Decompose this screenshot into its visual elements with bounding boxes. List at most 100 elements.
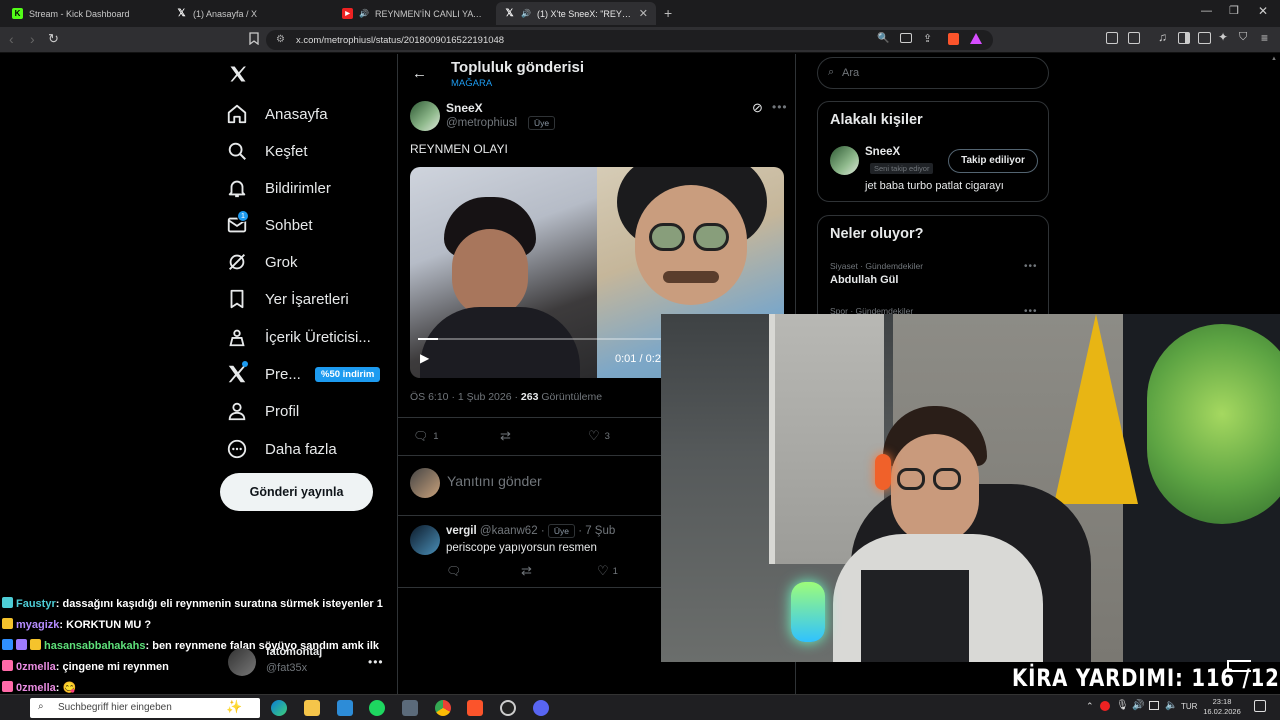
nav-explore[interactable]: Keşfet	[226, 135, 308, 167]
more-options-icon[interactable]: •••	[772, 100, 788, 114]
wallet-icon-2[interactable]	[1198, 32, 1211, 44]
address-bar[interactable]: ⚙ x.com/metrophiusl/status/2018009016522…	[266, 30, 993, 50]
brave-icon[interactable]	[467, 700, 483, 716]
grok-explain-icon[interactable]: ⊘	[752, 100, 763, 116]
following-button[interactable]: Takip ediliyor	[948, 149, 1038, 173]
divider	[398, 515, 662, 516]
tab-kick-dashboard[interactable]: K Stream - Kick Dashboard	[4, 2, 164, 25]
nav-messages[interactable]: 1 Sohbet	[226, 209, 313, 241]
new-tab-button[interactable]: +	[664, 5, 672, 21]
discord-icon[interactable]	[533, 700, 549, 716]
store-icon[interactable]	[337, 700, 353, 716]
obs-icon[interactable]	[500, 700, 516, 716]
spotify-icon[interactable]	[369, 700, 385, 716]
browser-toolbar: ‹ › ↻ ⚙ x.com/metrophiusl/status/2018009…	[0, 27, 1280, 53]
scroll-up-icon[interactable]: ▲	[1271, 56, 1277, 62]
search-input[interactable]: Ara	[842, 67, 859, 79]
restore-button[interactable]: ❐	[1229, 4, 1239, 17]
play-icon[interactable]: ▶	[420, 351, 429, 365]
file-explorer-icon[interactable]	[304, 700, 320, 716]
tab-youtube-live[interactable]: ▶ 🔊 REYNMEN'İN CANLI YAYINDA 18	[334, 2, 494, 25]
avatar[interactable]	[410, 101, 440, 131]
edge-icon[interactable]	[271, 700, 287, 716]
calculator-icon[interactable]	[402, 700, 418, 716]
reply-repost-icon[interactable]: ⇄	[521, 563, 532, 579]
nav-grok[interactable]: Grok	[226, 246, 298, 278]
site-settings-icon[interactable]: ⚙	[276, 34, 285, 45]
share-icon[interactable]: ⇪	[923, 32, 932, 45]
zoom-icon[interactable]: 🔍	[877, 33, 889, 44]
video-glasses-left	[649, 223, 685, 251]
microphone-icon[interactable]: 🎙	[1116, 700, 1129, 711]
post-button[interactable]: Gönderi yayınla	[220, 473, 373, 511]
nav-more[interactable]: Daha fazla	[226, 433, 337, 465]
more-options-icon[interactable]: •••	[1024, 261, 1038, 272]
tab-x-post-active[interactable]: 𝕏 🔊 (1) X'te SneeX: "REYNMEN OL ✕	[496, 2, 656, 25]
media-icon[interactable]: ♫	[1158, 30, 1167, 44]
nav-notifications[interactable]: Bildirimler	[226, 172, 331, 204]
back-arrow-icon[interactable]: ←	[412, 65, 427, 82]
premium-discount-pill[interactable]: %50 indirim	[315, 367, 381, 382]
notifications-icon[interactable]	[1254, 700, 1266, 712]
tray-expand-icon[interactable]: ⌃	[1086, 701, 1094, 712]
extensions-icon[interactable]	[1106, 32, 1118, 44]
nav-label: Yer İşaretleri	[265, 290, 349, 308]
search-box[interactable]: ⌕ Ara	[817, 57, 1049, 89]
cast-icon[interactable]	[900, 33, 912, 43]
close-icon[interactable]: ✕	[639, 7, 648, 20]
chrome-icon[interactable]	[435, 700, 451, 716]
user-name[interactable]: SneeX	[865, 146, 900, 158]
wallet-icon[interactable]	[1128, 32, 1140, 44]
repost-icon[interactable]: ⇄	[500, 428, 511, 444]
like-action[interactable]: ♡ 3	[588, 428, 610, 444]
keyboard-language[interactable]: TUR	[1181, 702, 1197, 711]
brave-rewards-icon[interactable]	[970, 33, 982, 44]
trend-name[interactable]: Abdullah Gül	[830, 274, 898, 286]
peek-account-name[interactable]: fatomontaj	[266, 646, 322, 658]
page-scrollbar[interactable]: ▲	[1270, 56, 1278, 306]
tray-app-icon[interactable]	[1100, 701, 1110, 711]
minimize-button[interactable]: —	[1201, 5, 1212, 17]
leo-ai-icon[interactable]: ✦	[1218, 30, 1228, 44]
reply-handle[interactable]: @kaanw62	[480, 525, 538, 537]
post-timestamp: ÖS 6:10 · 1 Şub 2026 ·	[410, 391, 521, 403]
window-close-button[interactable]: ✕	[1258, 4, 1268, 18]
reply-action[interactable]: 🗨 1	[413, 429, 439, 443]
taskbar-search-box[interactable]: ⌕ Suchbegriff hier eingeben ✨	[30, 698, 260, 718]
nav-creator-studio[interactable]: İçerik Üreticisi...	[226, 321, 371, 353]
reply-input[interactable]: Yanıtını gönder	[447, 473, 542, 489]
reply-like-action[interactable]: ♡ 1	[597, 563, 618, 579]
taskbar-search-input[interactable]: Suchbegriff hier eingeben	[58, 702, 172, 713]
nav-bookmarks[interactable]: Yer İşaretleri	[226, 283, 349, 315]
network-icon[interactable]	[1149, 701, 1159, 710]
speaker-icon[interactable]: 🔈	[1165, 700, 1177, 711]
sidebar-toggle-icon[interactable]	[1178, 32, 1190, 44]
nav-premium[interactable]: Pre...	[226, 358, 301, 390]
chat-text: : ben reynmene falan söyüyo sandım amk i…	[145, 640, 380, 652]
back-icon[interactable]: ‹	[9, 31, 14, 47]
menu-icon[interactable]: ≡	[1261, 31, 1268, 45]
author-handle[interactable]: @metrophiusl	[446, 117, 517, 129]
tab-x-home[interactable]: 𝕏 (1) Anasayfa / X	[168, 2, 332, 25]
taskbar-clock[interactable]: 23:18 16.02.2026	[1201, 697, 1243, 717]
avatar[interactable]	[830, 146, 859, 175]
reload-icon[interactable]: ↻	[48, 31, 59, 47]
peek-account-handle[interactable]: @fat35x	[266, 662, 307, 674]
author-name[interactable]: SneeX	[446, 101, 483, 115]
avatar[interactable]	[228, 648, 256, 676]
reply-avatar[interactable]	[410, 525, 440, 555]
community-name[interactable]: MAĞARA	[451, 78, 492, 89]
more-options-icon[interactable]: •••	[368, 655, 384, 669]
bookmark-page-icon[interactable]	[249, 32, 259, 45]
brave-shields-icon[interactable]	[948, 33, 959, 45]
vpn-icon[interactable]: ⛉	[1239, 31, 1247, 44]
nav-profile[interactable]: Profil	[226, 395, 299, 427]
reply-author[interactable]: vergil	[446, 525, 477, 537]
x-logo-icon[interactable]	[228, 64, 248, 84]
webcam-overlay	[661, 314, 1280, 662]
forward-icon[interactable]: ›	[30, 31, 35, 47]
volume-icon[interactable]: 🔊	[1132, 700, 1144, 711]
nav-home[interactable]: Anasayfa	[226, 98, 328, 130]
webcam-poster-planet	[1147, 324, 1280, 524]
reply-reply-icon[interactable]: 🗨	[446, 564, 461, 578]
